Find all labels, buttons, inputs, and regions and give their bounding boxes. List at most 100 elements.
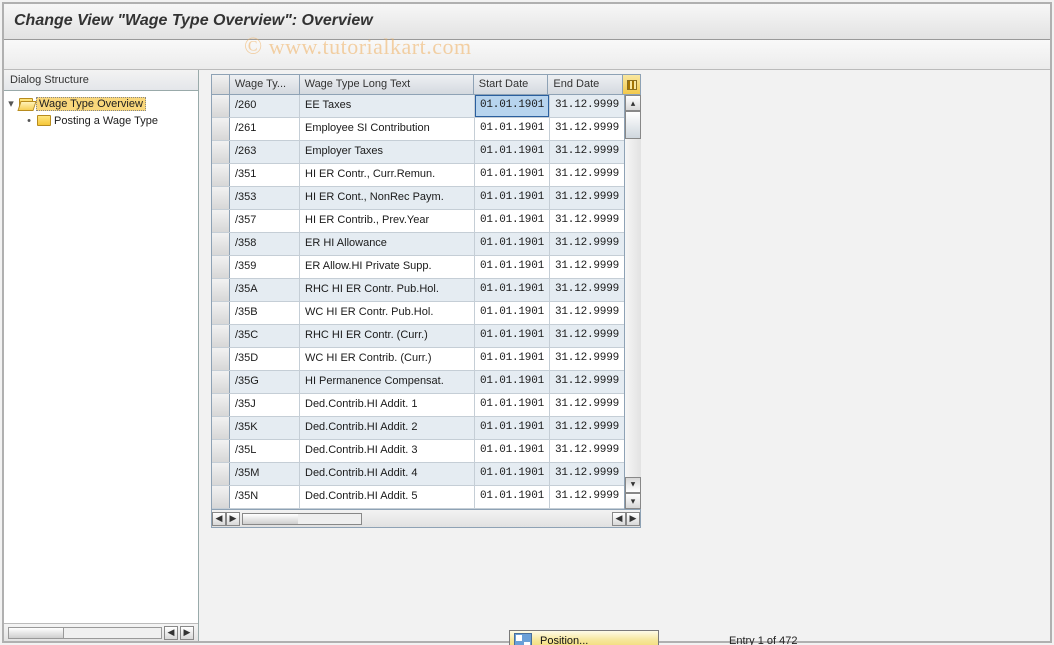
- cell-long-text[interactable]: Employer Taxes: [300, 141, 475, 163]
- cell-start-date[interactable]: 01.01.1901: [475, 233, 550, 255]
- cell-start-date[interactable]: 01.01.1901: [475, 486, 550, 508]
- cell-wage-type[interactable]: /35C: [230, 325, 300, 347]
- cell-long-text[interactable]: Ded.Contrib.HI Addit. 1: [300, 394, 475, 416]
- row-handle[interactable]: [212, 325, 230, 347]
- cell-start-date[interactable]: 01.01.1901: [475, 440, 550, 462]
- cell-long-text[interactable]: RHC HI ER Contr. Pub.Hol.: [300, 279, 475, 301]
- row-handle[interactable]: [212, 233, 230, 255]
- cell-wage-type[interactable]: /35K: [230, 417, 300, 439]
- cell-start-date[interactable]: 01.01.1901: [475, 348, 550, 370]
- cell-end-date[interactable]: 31.12.9999: [550, 302, 624, 324]
- cell-end-date[interactable]: 31.12.9999: [550, 417, 624, 439]
- grid-scroll-up-button[interactable]: ▴: [625, 95, 641, 111]
- cell-end-date[interactable]: 31.12.9999: [550, 164, 624, 186]
- cell-end-date[interactable]: 31.12.9999: [550, 95, 624, 117]
- table-row[interactable]: /357HI ER Contrib., Prev.Year01.01.19013…: [212, 210, 624, 233]
- cell-start-date[interactable]: 01.01.1901: [475, 279, 550, 301]
- table-row[interactable]: /35GHI Permanence Compensat.01.01.190131…: [212, 371, 624, 394]
- cell-start-date[interactable]: 01.01.1901: [475, 394, 550, 416]
- cell-start-date[interactable]: 01.01.1901: [475, 95, 550, 117]
- col-header-end-date[interactable]: End Date: [548, 75, 622, 94]
- cell-end-date[interactable]: 31.12.9999: [550, 463, 624, 485]
- row-handle[interactable]: [212, 95, 230, 117]
- grid-vscroll-thumb[interactable]: [625, 111, 641, 139]
- row-handle[interactable]: [212, 210, 230, 232]
- table-row[interactable]: /35DWC HI ER Contrib. (Curr.)01.01.19013…: [212, 348, 624, 371]
- tree-toggle-icon[interactable]: ▾: [6, 97, 16, 110]
- row-handle[interactable]: [212, 463, 230, 485]
- cell-end-date[interactable]: 31.12.9999: [550, 325, 624, 347]
- cell-wage-type[interactable]: /358: [230, 233, 300, 255]
- grid-hscroll-thumb[interactable]: [243, 514, 298, 524]
- row-handle[interactable]: [212, 440, 230, 462]
- grid-scroll-down-button[interactable]: ▴: [625, 477, 641, 493]
- position-button[interactable]: Position...: [509, 630, 659, 645]
- col-header-wage-type[interactable]: Wage Ty...: [230, 75, 300, 94]
- table-row[interactable]: /35KDed.Contrib.HI Addit. 201.01.190131.…: [212, 417, 624, 440]
- row-handle[interactable]: [212, 371, 230, 393]
- cell-wage-type[interactable]: /263: [230, 141, 300, 163]
- cell-end-date[interactable]: 31.12.9999: [550, 394, 624, 416]
- cell-start-date[interactable]: 01.01.1901: [475, 141, 550, 163]
- row-handle[interactable]: [212, 279, 230, 301]
- cell-start-date[interactable]: 01.01.1901: [475, 256, 550, 278]
- grid-scroll-left-button-2[interactable]: ◀: [612, 512, 626, 526]
- cell-end-date[interactable]: 31.12.9999: [550, 233, 624, 255]
- cell-long-text[interactable]: WC HI ER Contrib. (Curr.): [300, 348, 475, 370]
- cell-long-text[interactable]: Ded.Contrib.HI Addit. 3: [300, 440, 475, 462]
- cell-end-date[interactable]: 31.12.9999: [550, 141, 624, 163]
- cell-long-text[interactable]: HI ER Cont., NonRec Paym.: [300, 187, 475, 209]
- table-row[interactable]: /35LDed.Contrib.HI Addit. 301.01.190131.…: [212, 440, 624, 463]
- cell-wage-type[interactable]: /35M: [230, 463, 300, 485]
- cell-end-date[interactable]: 31.12.9999: [550, 210, 624, 232]
- cell-long-text[interactable]: Employee SI Contribution: [300, 118, 475, 140]
- table-row[interactable]: /35NDed.Contrib.HI Addit. 501.01.190131.…: [212, 486, 624, 509]
- grid-configure-button[interactable]: [622, 75, 640, 94]
- cell-long-text[interactable]: Ded.Contrib.HI Addit. 2: [300, 417, 475, 439]
- table-row[interactable]: /260EE Taxes01.01.190131.12.9999: [212, 95, 624, 118]
- cell-long-text[interactable]: EE Taxes: [300, 95, 475, 117]
- cell-wage-type[interactable]: /35N: [230, 486, 300, 508]
- table-row[interactable]: /353HI ER Cont., NonRec Paym.01.01.19013…: [212, 187, 624, 210]
- cell-wage-type[interactable]: /35L: [230, 440, 300, 462]
- cell-end-date[interactable]: 31.12.9999: [550, 279, 624, 301]
- cell-long-text[interactable]: HI Permanence Compensat.: [300, 371, 475, 393]
- table-row[interactable]: /358ER HI Allowance01.01.190131.12.9999: [212, 233, 624, 256]
- tree-node-posting-a-wage-type[interactable]: • Posting a Wage Type: [6, 112, 196, 129]
- cell-long-text[interactable]: Ded.Contrib.HI Addit. 4: [300, 463, 475, 485]
- table-row[interactable]: /351HI ER Contr., Curr.Remun.01.01.19013…: [212, 164, 624, 187]
- cell-end-date[interactable]: 31.12.9999: [550, 118, 624, 140]
- table-row[interactable]: /35BWC HI ER Contr. Pub.Hol.01.01.190131…: [212, 302, 624, 325]
- row-handle[interactable]: [212, 118, 230, 140]
- row-handle[interactable]: [212, 486, 230, 508]
- cell-wage-type[interactable]: /35A: [230, 279, 300, 301]
- cell-wage-type[interactable]: /35G: [230, 371, 300, 393]
- cell-start-date[interactable]: 01.01.1901: [475, 118, 550, 140]
- grid-hscroll-track[interactable]: [242, 513, 362, 525]
- cell-long-text[interactable]: RHC HI ER Contr. (Curr.): [300, 325, 475, 347]
- table-row[interactable]: /35JDed.Contrib.HI Addit. 101.01.190131.…: [212, 394, 624, 417]
- row-handle[interactable]: [212, 348, 230, 370]
- table-row[interactable]: /35CRHC HI ER Contr. (Curr.)01.01.190131…: [212, 325, 624, 348]
- cell-wage-type[interactable]: /260: [230, 95, 300, 117]
- cell-wage-type[interactable]: /261: [230, 118, 300, 140]
- row-handle[interactable]: [212, 417, 230, 439]
- col-header-start-date[interactable]: Start Date: [474, 75, 549, 94]
- table-row[interactable]: /35ARHC HI ER Contr. Pub.Hol.01.01.19013…: [212, 279, 624, 302]
- cell-wage-type[interactable]: /359: [230, 256, 300, 278]
- grid-scroll-right-button[interactable]: ▶: [226, 512, 240, 526]
- table-row[interactable]: /35MDed.Contrib.HI Addit. 401.01.190131.…: [212, 463, 624, 486]
- tree-node-wage-type-overview[interactable]: ▾ Wage Type Overview: [6, 95, 196, 112]
- cell-end-date[interactable]: 31.12.9999: [550, 187, 624, 209]
- cell-start-date[interactable]: 01.01.1901: [475, 371, 550, 393]
- cell-long-text[interactable]: WC HI ER Contr. Pub.Hol.: [300, 302, 475, 324]
- cell-wage-type[interactable]: /35J: [230, 394, 300, 416]
- cell-wage-type[interactable]: /351: [230, 164, 300, 186]
- cell-long-text[interactable]: Ded.Contrib.HI Addit. 5: [300, 486, 475, 508]
- cell-wage-type[interactable]: /35B: [230, 302, 300, 324]
- table-row[interactable]: /263Employer Taxes01.01.190131.12.9999: [212, 141, 624, 164]
- cell-long-text[interactable]: HI ER Contrib., Prev.Year: [300, 210, 475, 232]
- grid-scroll-left-button[interactable]: ◀: [212, 512, 226, 526]
- cell-end-date[interactable]: 31.12.9999: [550, 371, 624, 393]
- cell-start-date[interactable]: 01.01.1901: [475, 210, 550, 232]
